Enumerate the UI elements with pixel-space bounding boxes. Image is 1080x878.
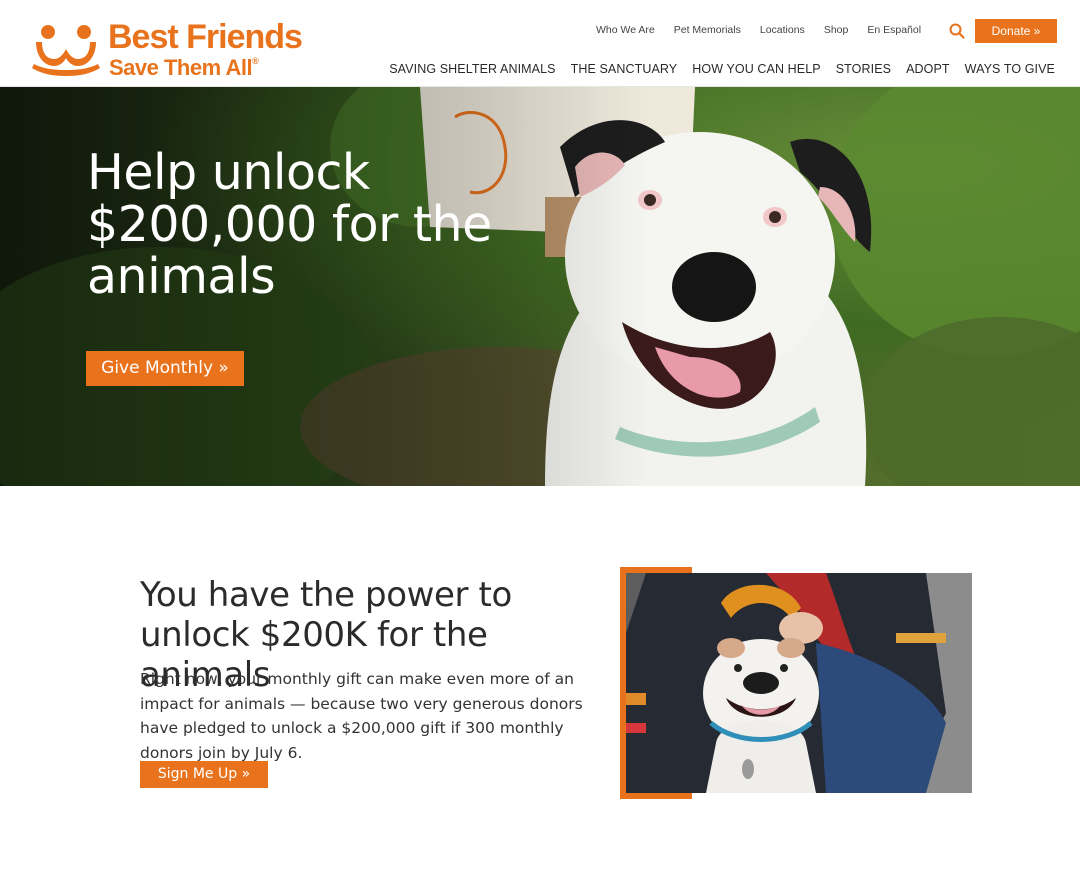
hero-banner: Help unlock $200,000 for the animals Giv… xyxy=(0,87,1080,486)
donate-button[interactable]: Donate » xyxy=(975,19,1057,43)
nav-how-you-can-help[interactable]: HOW YOU CAN HELP xyxy=(692,62,820,76)
utility-nav: Who We Are Pet Memorials Locations Shop … xyxy=(596,24,940,36)
util-nav-who-we-are[interactable]: Who We Are xyxy=(596,24,655,36)
site-header: Best Friends Save Them All® Who We Are P… xyxy=(0,0,1080,87)
bulldog-with-person-image xyxy=(626,573,972,793)
util-nav-en-espanol[interactable]: En Español xyxy=(867,24,921,36)
registered-mark: ® xyxy=(252,56,259,66)
nav-adopt[interactable]: ADOPT xyxy=(906,62,950,76)
util-nav-pet-memorials[interactable]: Pet Memorials xyxy=(674,24,741,36)
nav-saving-shelter-animals[interactable]: SAVING SHELTER ANIMALS xyxy=(389,62,555,76)
hero-title: Help unlock $200,000 for the animals xyxy=(87,144,492,305)
search-icon[interactable] xyxy=(948,22,966,40)
feature-photo xyxy=(626,573,972,793)
nav-stories[interactable]: STORIES xyxy=(836,62,891,76)
logo-link[interactable]: Best Friends Save Them All® xyxy=(30,18,330,82)
brand-tagline: Save Them All® xyxy=(109,57,259,79)
sign-me-up-button[interactable]: Sign Me Up » xyxy=(140,761,268,788)
best-friends-logo-icon xyxy=(32,25,100,76)
nav-the-sanctuary[interactable]: THE SANCTUARY xyxy=(571,62,678,76)
util-nav-shop[interactable]: Shop xyxy=(824,24,849,36)
brand-name: Best Friends xyxy=(108,18,303,56)
photo-accent-bottom xyxy=(620,793,692,799)
util-nav-locations[interactable]: Locations xyxy=(760,24,805,36)
brand-tagline-text: Save Them All xyxy=(109,55,253,80)
feature-body: Right now, your monthly gift can make ev… xyxy=(140,670,583,762)
main-nav: SAVING SHELTER ANIMALS THE SANCTUARY HOW… xyxy=(374,62,1055,76)
give-monthly-button[interactable]: Give Monthly » xyxy=(86,351,244,386)
nav-ways-to-give[interactable]: WAYS TO GIVE xyxy=(965,62,1055,76)
